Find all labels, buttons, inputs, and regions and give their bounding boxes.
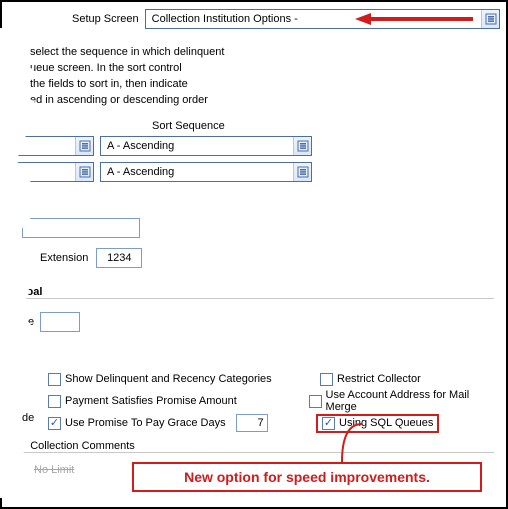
extension-label: Extension — [40, 252, 88, 264]
payment-satisfies-checkbox[interactable] — [48, 395, 61, 408]
setup-screen-combo-value: Collection Institution Options - — [146, 13, 481, 25]
dropdown-icon[interactable] — [75, 163, 93, 181]
goal-input[interactable] — [40, 312, 80, 332]
payment-satisfies-label: Payment Satisfies Promise Amount — [65, 395, 237, 407]
setup-screen-label: Setup Screen — [72, 13, 139, 25]
using-sql-queues-label: Using SQL Queues — [339, 417, 433, 429]
setup-screen-combo-dropdown-icon[interactable] — [481, 10, 499, 28]
grace-days-label: Use Promise To Pay Grace Days — [65, 417, 226, 429]
extension-input[interactable] — [96, 248, 142, 268]
grace-days-checkbox[interactable] — [48, 417, 61, 430]
dropdown-icon[interactable] — [293, 137, 311, 155]
restrict-collector-label: Restrict Collector — [337, 373, 421, 385]
sort-order-2-combo[interactable]: A - Ascending — [100, 162, 312, 182]
text-input[interactable] — [22, 218, 140, 238]
using-sql-queues-checkbox[interactable] — [322, 417, 335, 430]
show-delinquent-label: Show Delinquent and Recency Categories — [65, 373, 272, 385]
setup-screen-combo[interactable]: Collection Institution Options - — [145, 9, 500, 29]
show-delinquent-checkbox[interactable] — [48, 373, 61, 386]
no-limit-label: No Limit — [34, 464, 74, 476]
collection-comments-label: to Collection Comments — [18, 440, 135, 452]
divider — [14, 298, 494, 299]
mail-merge-label: Use Account Address for Mail Merge — [326, 389, 496, 413]
mail-merge-checkbox[interactable] — [309, 395, 322, 408]
grace-days-input[interactable] — [236, 414, 268, 432]
divider — [14, 452, 494, 453]
dropdown-icon[interactable] — [75, 137, 93, 155]
sort-sequence-title: Sort Sequence — [152, 120, 225, 132]
sort-order-1-combo[interactable]: A - Ascending — [100, 136, 312, 156]
callout-box: New option for speed improvements. — [132, 462, 482, 492]
description-text: select the sequence in which delinquent … — [30, 44, 224, 108]
restrict-collector-checkbox[interactable] — [320, 373, 333, 386]
dropdown-icon[interactable] — [293, 163, 311, 181]
